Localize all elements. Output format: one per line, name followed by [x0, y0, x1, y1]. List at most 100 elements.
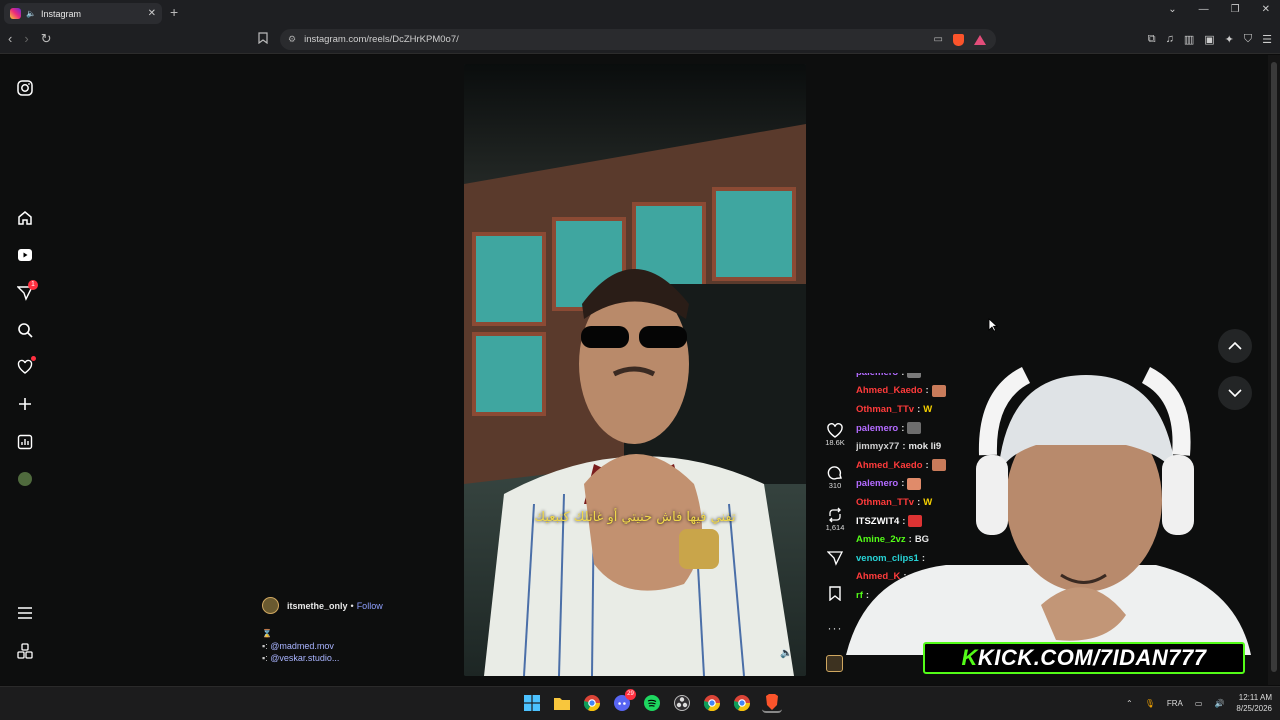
follow-button[interactable]: Follow: [357, 601, 383, 611]
vpn-icon[interactable]: ⛉: [1244, 33, 1252, 46]
author-username[interactable]: itsmethe_only: [287, 601, 348, 611]
reel-description: ⌛ ▪: @madmed.mov ▪: @veskar.studio...: [262, 628, 339, 664]
insights-icon[interactable]: [14, 431, 36, 453]
cast-icon[interactable]: ▭: [934, 34, 943, 45]
chat-username[interactable]: rf: [856, 590, 863, 601]
brave-rewards-icon[interactable]: [974, 34, 986, 45]
chat-username[interactable]: ITSZWIT4: [856, 516, 899, 527]
tray-overflow-icon[interactable]: ⌃: [1126, 699, 1133, 708]
extensions-icon[interactable]: ⧉: [1148, 33, 1156, 46]
chat-username[interactable]: palemero: [856, 423, 898, 434]
chat-username[interactable]: Ahmed_Kaedo: [856, 385, 923, 396]
chat-username[interactable]: palemero: [856, 478, 898, 489]
create-icon[interactable]: [14, 393, 36, 415]
messages-icon[interactable]: 1: [14, 280, 38, 304]
video-caption: تفني فيها فاش حنيتي أو غاتلك كتبعيك: [534, 510, 736, 525]
file-explorer-icon[interactable]: [552, 693, 572, 713]
spotify-icon[interactable]: [642, 693, 662, 713]
audio-thumbnail[interactable]: [826, 655, 843, 672]
media-icon[interactable]: ♫: [1166, 33, 1174, 46]
more-menu-icon[interactable]: [14, 602, 36, 624]
maximize-icon[interactable]: ❐: [1231, 4, 1240, 15]
brave-browser-icon[interactable]: [762, 693, 782, 713]
chrome-second-icon[interactable]: [732, 693, 752, 713]
chat-emote-icon: [931, 384, 946, 397]
chat-username[interactable]: Othman_TTv: [856, 404, 914, 415]
speaker-icon[interactable]: 🔈: [26, 9, 36, 18]
chat-message: Othman_TTv: W: [856, 400, 976, 419]
also-from-meta-icon[interactable]: [14, 640, 36, 662]
close-tab-icon[interactable]: ✕: [148, 8, 156, 19]
tab-list-icon[interactable]: ⌄: [1168, 4, 1176, 15]
reload-icon[interactable]: ↻: [41, 31, 52, 47]
new-tab-button[interactable]: +: [170, 4, 178, 20]
chevron-up-icon: [1228, 342, 1242, 350]
chat-username[interactable]: venom_clips1: [856, 553, 919, 564]
mention-veskar[interactable]: @veskar.studio...: [270, 653, 339, 663]
menu-icon[interactable]: ☰: [1262, 33, 1272, 46]
chat-colon: :: [902, 515, 906, 527]
reels-icon[interactable]: [14, 244, 36, 266]
chrome-profile-icon[interactable]: [702, 693, 722, 713]
chat-username[interactable]: Othman_TTv: [856, 497, 914, 508]
browser-tab-bar: 🔈 Instagram ✕ + ⌄ — ❐ ✕: [0, 0, 1280, 26]
wallet-icon[interactable]: ▣: [1204, 33, 1214, 46]
chat-text: W: [923, 403, 933, 415]
microphone-icon[interactable]: 🎙: [1145, 699, 1155, 708]
mute-icon[interactable]: 🔈: [780, 648, 792, 659]
author-avatar[interactable]: [262, 597, 279, 614]
chat-emote-icon: [931, 459, 946, 472]
discord-icon[interactable]: 29: [612, 689, 636, 713]
chrome-icon[interactable]: [582, 693, 602, 713]
obs-icon[interactable]: [672, 693, 692, 713]
chat-username[interactable]: jimmyx77: [856, 441, 899, 452]
mention-madmed[interactable]: @madmed.mov: [270, 641, 334, 651]
chat-colon: :: [901, 478, 905, 490]
chat-username[interactable]: Ahmed_K: [856, 571, 900, 582]
network-icon[interactable]: ▭: [1195, 699, 1203, 708]
windows-start-icon[interactable]: [522, 693, 542, 713]
search-icon[interactable]: [14, 319, 36, 341]
forward-icon[interactable]: ›: [24, 31, 28, 47]
chat-username[interactable]: palemero: [856, 373, 898, 378]
chat-emote-icon: [907, 477, 922, 490]
activity-dot: [31, 356, 36, 361]
nav-buttons: ‹ › ↻: [8, 31, 52, 47]
reel-video[interactable]: [464, 64, 806, 676]
kick-logo: K: [961, 645, 978, 670]
previous-reel-button[interactable]: [1218, 329, 1252, 363]
home-icon[interactable]: [14, 207, 36, 229]
chat-message: ITSZWIT4:: [856, 512, 976, 531]
chat-username[interactable]: Amine_2vz: [856, 534, 906, 545]
sidebar-icon[interactable]: ▥: [1184, 33, 1194, 46]
close-window-icon[interactable]: ✕: [1262, 4, 1270, 15]
back-icon[interactable]: ‹: [8, 31, 12, 47]
mouse-cursor-icon: [988, 318, 999, 337]
bookmark-icon[interactable]: [258, 32, 268, 47]
url-bar[interactable]: ⚙ instagram.com/reels/DcZHrKPM0o7/ ▭: [280, 29, 996, 50]
url-extensions: ▭: [934, 33, 996, 46]
chat-emote-icon: [907, 422, 922, 435]
brave-shields-icon[interactable]: [953, 33, 964, 46]
browser-tab-instagram[interactable]: 🔈 Instagram ✕: [4, 3, 162, 24]
chat-message: jimmyx77: mok li9: [856, 437, 976, 456]
chat-username[interactable]: Ahmed_Kaedo: [856, 460, 923, 471]
clock-date: 8/25/2026: [1236, 704, 1272, 713]
profile-avatar[interactable]: [14, 468, 36, 490]
windows-taskbar: 29 ⌃ 🎙 FRA ▭ 🔊 12:11 AM 8/25/2026: [0, 686, 1280, 720]
site-info-icon[interactable]: ⚙: [288, 34, 296, 45]
instagram-logo-icon[interactable]: [14, 77, 36, 99]
url-text[interactable]: instagram.com/reels/DcZHrKPM0o7/: [304, 34, 459, 45]
toolbar-icons: ⧉ ♫ ▥ ▣ ✦ ⛉ ☰: [1148, 33, 1272, 46]
heart-icon[interactable]: [14, 356, 36, 378]
chat-message: palemero:: [856, 475, 976, 494]
volume-icon[interactable]: 🔊: [1214, 699, 1224, 708]
chat-colon: :: [902, 441, 906, 453]
language-indicator[interactable]: FRA: [1167, 699, 1183, 708]
scrollbar-thumb[interactable]: [1271, 62, 1277, 672]
minimize-icon[interactable]: —: [1199, 4, 1209, 15]
chat-text: W: [923, 496, 933, 508]
leo-ai-icon[interactable]: ✦: [1225, 33, 1234, 46]
clock[interactable]: 12:11 AM 8/25/2026: [1236, 692, 1272, 714]
chat-message: Ahmed_Kaedo:: [856, 382, 976, 401]
